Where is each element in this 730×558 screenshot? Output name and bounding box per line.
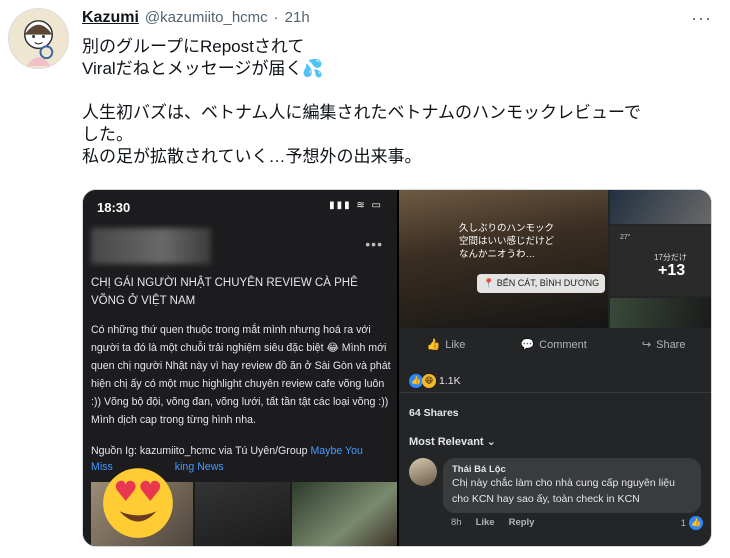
tweet-line: 人生初バズは、ベトナム人に編集されたベトナムのハンモックレビューで (82, 103, 641, 122)
comment-like-count: 1 👍 (681, 516, 703, 530)
fb-action-bar: 👍 Like 💬 Comment ↪ Share (399, 338, 711, 352)
fb-comment-button: 💬 Comment (520, 338, 587, 352)
author-name[interactable]: Kazumi (82, 9, 139, 27)
source-link-cont: king News (174, 461, 224, 473)
reaction-summary: 👍 😆 1.1K (409, 374, 461, 388)
haha-reaction-icon: 😆 (422, 374, 436, 388)
media-image-left[interactable]: 18:30 ▮▮▮ ≋ ▭ ••• CHỊ GÁI NGƯỜI NHẬT CHU… (83, 190, 397, 546)
photo-thumb (610, 190, 711, 224)
share-icon: ↪ (641, 339, 652, 351)
comment-reply: Reply (508, 517, 535, 528)
post-more-icon: ••• (365, 236, 383, 252)
status-time: 18:30 (97, 200, 131, 215)
source-link: Maybe You (310, 445, 363, 457)
thumbnail (292, 482, 397, 546)
location-sticker: 📍 BẾN CÁT, BÌNH DƯƠNG (477, 274, 606, 293)
tweet-text: 別のグループにRepostされて Viralだねとメッセージが届く💦 人生初バズ… (82, 36, 722, 168)
like-reaction-icon: 👍 (409, 374, 423, 388)
comment-sort: Most Relevant ⌄ (409, 436, 496, 448)
comment-text: Chị này chắc làm cho nhà cung cấp nguyên… (452, 477, 675, 505)
source-text: Nguồn Ig: kazumiito_hcmc via Tú Uyên/Gro… (91, 445, 311, 457)
separator: · (273, 9, 279, 26)
author-handle[interactable]: @kazumiito_hcmc (145, 9, 268, 26)
tweet-line: Viralだねとメッセージが届く💦 (82, 59, 324, 78)
tweet-line: した。 (82, 125, 133, 144)
media-image-right[interactable]: 久しぶりのハンモック 空間はいい感じだけど なんかニオうわ… 📍 BẾN CÁT… (399, 190, 711, 546)
chevron-down-icon: ⌄ (486, 436, 496, 448)
commenter-name: Thái Bá Lộc (452, 464, 506, 475)
tweet-line: 私の足が拡散されていく…予想外の出来事。 (82, 147, 422, 166)
like-reaction-icon: 👍 (689, 516, 703, 530)
blurred-header (91, 228, 211, 264)
thumbnail (195, 482, 290, 546)
weather-temp: +13 (658, 262, 686, 279)
status-icons: ▮▮▮ ≋ ▭ (329, 200, 383, 211)
tweet-time[interactable]: 21h (285, 9, 310, 26)
weather-photo: 27° 17分だけ +13 (610, 226, 711, 296)
post-body: Có những thứ quen thuộc trong mắt mình n… (91, 324, 391, 426)
comment-like: Like (475, 517, 495, 528)
tweet-header: Kazumi @kazumiito_hcmc · 21h (82, 9, 310, 27)
thumbs-up-icon: 👍 (426, 339, 441, 351)
divider (399, 392, 711, 393)
weather-small: 27° (620, 234, 631, 241)
hammock-photo: 久しぶりのハンモック 空間はいい感じだけど なんかニオうわ… 📍 BẾN CÁT… (399, 190, 608, 328)
comment-icon: 💬 (520, 339, 535, 351)
post-title: CHỊ GÁI NGƯỜI NHẬT CHUYÊN REVIEW CÀ PHÊ … (91, 277, 358, 307)
comment-age: 8h (451, 517, 462, 528)
fb-like-button: 👍 Like (426, 338, 466, 352)
photo-caption: 久しぶりのハンモック 空間はいい感じだけど なんかニオうわ… (459, 223, 555, 260)
reaction-count: 1.1K (439, 375, 461, 387)
commenter-avatar (409, 458, 437, 486)
comment-bubble: Thái Bá Lộc Chị này chắc làm cho nhà cun… (443, 458, 701, 513)
photo-thumb (610, 298, 711, 328)
tweet-media[interactable]: 18:30 ▮▮▮ ≋ ▭ ••• CHỊ GÁI NGƯỜI NHẬT CHU… (82, 189, 712, 547)
tweet-line: 別のグループにRepostされて (82, 37, 305, 56)
more-options-icon[interactable]: ··· (691, 8, 712, 29)
share-count: 64 Shares (409, 407, 459, 419)
comment-meta: 8h Like Reply (451, 517, 534, 528)
fb-share-button: ↪ Share (641, 338, 686, 352)
heart-eyes-emoji-icon (103, 468, 173, 538)
avatar[interactable] (8, 8, 69, 69)
